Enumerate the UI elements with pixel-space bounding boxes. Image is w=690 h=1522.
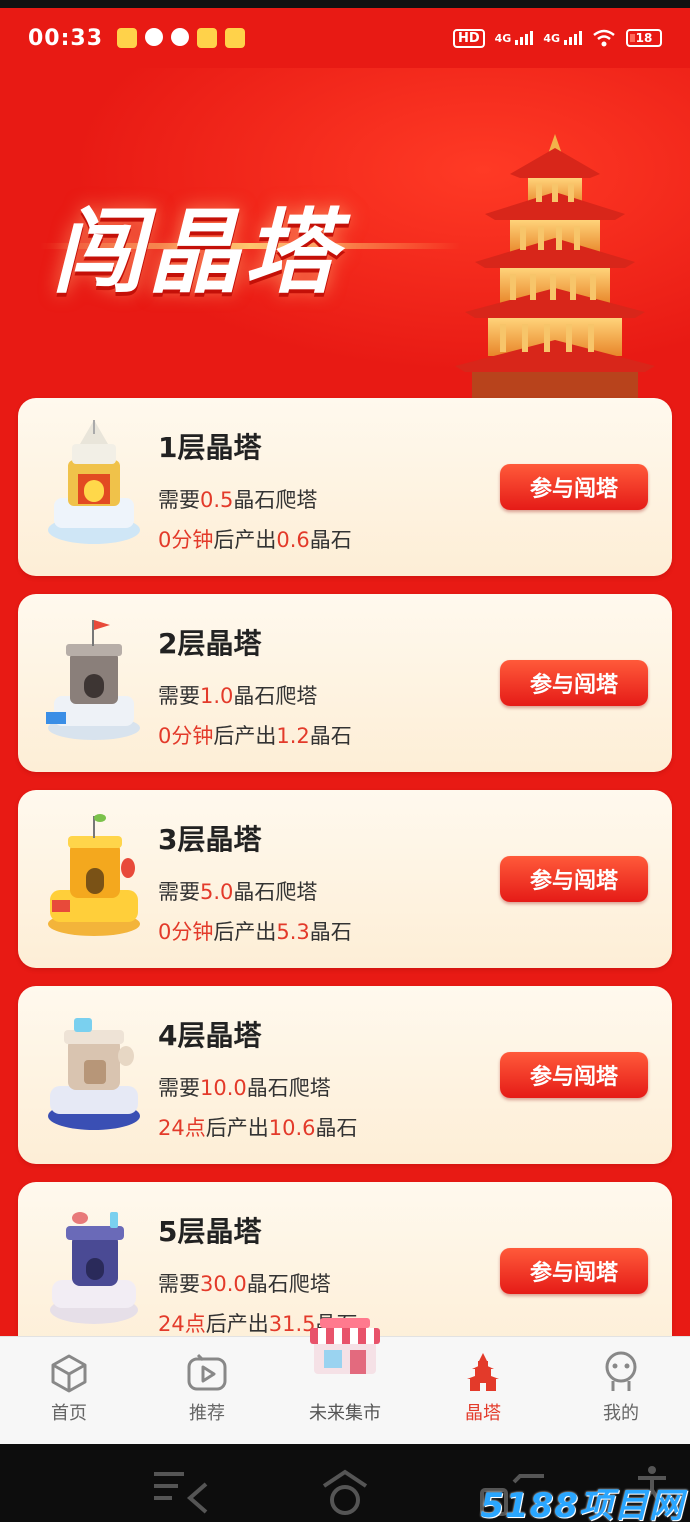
card-title: 1层晶塔 xyxy=(158,431,262,464)
signal-icon: 4G xyxy=(495,31,534,45)
battery-icon: 18 xyxy=(626,29,662,47)
tower-card-2: 2层晶塔 需要1.0晶石爬塔 0分钟后产出1.2晶石 参与闯塔 xyxy=(18,594,672,772)
app-notification-icon xyxy=(117,28,138,48)
market-icon[interactable] xyxy=(306,1318,384,1376)
notification-icons xyxy=(117,28,246,48)
watermark: 5188项目网 xyxy=(480,1486,684,1522)
castle-purple-icon xyxy=(50,1212,138,1324)
status-bar: 00:33 HD 4G 4G 18 xyxy=(0,8,690,68)
tower-icon xyxy=(467,1353,499,1391)
status-time: 00:33 xyxy=(28,25,104,51)
card-title: 5层晶塔 xyxy=(158,1215,262,1248)
page-title: 闯晶塔 xyxy=(52,199,341,306)
join-tower-button[interactable]: 参与闯塔 xyxy=(500,1248,648,1294)
card-title: 4层晶塔 xyxy=(158,1019,262,1052)
home-icon[interactable] xyxy=(320,1468,370,1518)
back-menu-icon[interactable] xyxy=(152,1470,212,1514)
join-tower-button[interactable]: 参与闯塔 xyxy=(500,1052,648,1098)
tab-crystal-tower[interactable]: 晶塔 xyxy=(414,1337,552,1445)
card-requirement: 需要0.5晶石爬塔 xyxy=(158,488,318,512)
card-output: 0分钟后产出5.3晶石 xyxy=(158,920,352,944)
hd-icon: HD xyxy=(452,28,485,48)
card-output: 24点后产出10.6晶石 xyxy=(158,1116,358,1140)
card-requirement: 需要10.0晶石爬塔 xyxy=(158,1076,331,1100)
cat-app-icon xyxy=(225,28,246,48)
join-tower-button[interactable]: 参与闯塔 xyxy=(500,660,648,706)
card-title: 3层晶塔 xyxy=(158,823,262,856)
castle-yellow-icon xyxy=(48,814,140,936)
tower-card-1: 1层晶塔 需要0.5晶石爬塔 0分钟后产出0.6晶石 参与闯塔 xyxy=(18,398,672,576)
top-edge xyxy=(0,0,690,8)
card-requirement: 需要1.0晶石爬塔 xyxy=(158,684,318,708)
pagoda-icon xyxy=(455,134,655,404)
card-title: 2层晶塔 xyxy=(158,627,262,660)
card-output: 0分钟后产出0.6晶石 xyxy=(158,528,352,552)
tab-label: 推荐 xyxy=(189,1403,225,1424)
tab-mine[interactable]: 我的 xyxy=(552,1337,690,1445)
tab-label: 首页 xyxy=(51,1403,87,1424)
castle-blue-icon xyxy=(48,1018,140,1130)
game-notification-icon xyxy=(197,28,218,48)
tab-label: 我的 xyxy=(603,1403,639,1424)
tab-label: 晶塔 xyxy=(465,1403,501,1424)
card-output: 0分钟后产出1.2晶石 xyxy=(158,724,352,748)
join-tower-button[interactable]: 参与闯塔 xyxy=(500,856,648,902)
signal-icon-2: 4G xyxy=(543,31,582,45)
wifi-icon xyxy=(593,29,615,47)
tab-label: 未来集市 xyxy=(309,1403,381,1424)
join-tower-button[interactable]: 参与闯塔 xyxy=(500,464,648,510)
play-icon xyxy=(187,1353,227,1391)
search-app-icon xyxy=(171,28,190,46)
castle-gray-icon xyxy=(46,620,140,740)
card-requirement: 需要5.0晶石爬塔 xyxy=(158,880,318,904)
cube-icon xyxy=(51,1354,87,1393)
tower-card-4: 4层晶塔 需要10.0晶石爬塔 24点后产出10.6晶石 参与闯塔 xyxy=(18,986,672,1164)
qq-icon xyxy=(145,28,164,46)
status-right: HD 4G 4G 18 xyxy=(452,28,662,48)
castle-orange-icon xyxy=(48,420,140,544)
robot-face-icon xyxy=(605,1351,637,1391)
tab-home[interactable]: 首页 xyxy=(0,1337,138,1445)
tab-recommend[interactable]: 推荐 xyxy=(138,1337,276,1445)
tower-card-3: 3层晶塔 需要5.0晶石爬塔 0分钟后产出5.3晶石 参与闯塔 xyxy=(18,790,672,968)
hero-banner: 闯晶塔 xyxy=(0,68,690,408)
card-requirement: 需要30.0晶石爬塔 xyxy=(158,1272,331,1296)
